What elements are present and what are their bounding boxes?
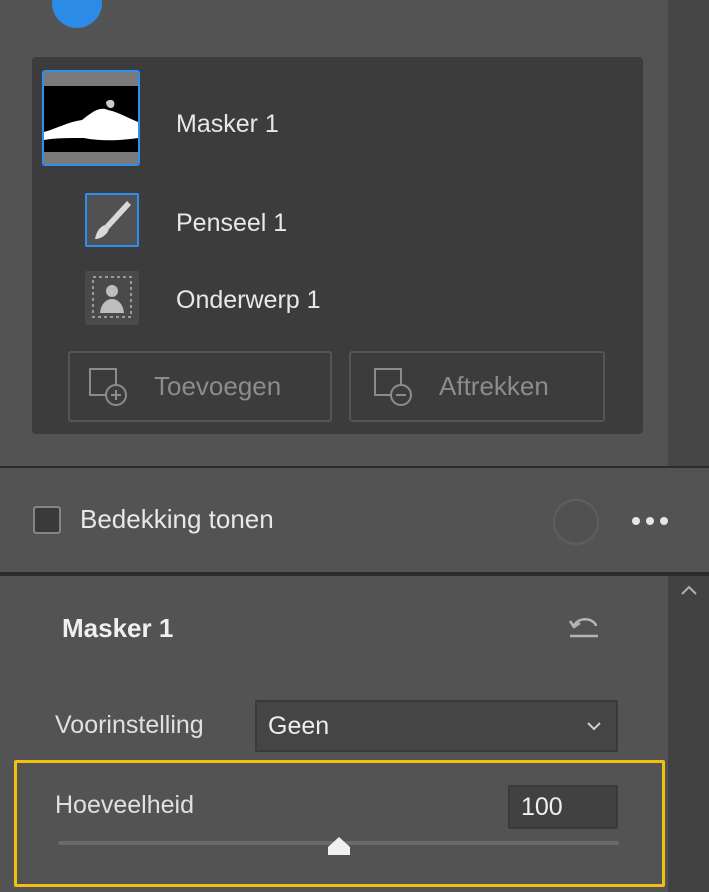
amount-label: Hoeveelheid — [55, 791, 194, 819]
subject-icon — [92, 276, 132, 318]
chevron-down-icon — [587, 722, 601, 731]
brush-component-label[interactable]: Penseel 1 — [176, 209, 287, 238]
scroll-up-icon[interactable] — [676, 582, 702, 600]
show-overlay-label[interactable]: Bedekking tonen — [80, 504, 274, 535]
properties-title: Masker 1 — [62, 613, 174, 643]
preset-value: Geen — [268, 711, 330, 740]
add-button[interactable]: Toevoegen — [68, 351, 332, 422]
subtract-mask-icon — [374, 367, 412, 406]
reset-icon[interactable] — [564, 612, 604, 644]
preset-label: Voorinstelling — [55, 711, 204, 739]
show-overlay-checkbox[interactable] — [33, 506, 61, 534]
add-button-label: Toevoegen — [154, 371, 282, 401]
amount-input[interactable]: 100 — [508, 785, 618, 829]
subtract-button[interactable]: Aftrekken — [349, 351, 605, 422]
overlay-color-swatch[interactable] — [553, 499, 599, 545]
brush-component-icon-box[interactable] — [85, 193, 139, 247]
more-options-icon[interactable] — [628, 506, 672, 536]
add-mask-icon — [89, 367, 127, 406]
panel-edge-strip — [668, 0, 709, 466]
subject-component-icon-box[interactable] — [85, 271, 139, 325]
mask-thumbnail[interactable] — [42, 70, 140, 166]
mask-name-label[interactable]: Masker 1 — [176, 110, 279, 139]
amount-slider-thumb[interactable] — [326, 836, 352, 856]
scrollbar[interactable] — [668, 576, 709, 892]
subject-component-label[interactable]: Onderwerp 1 — [176, 286, 321, 315]
preset-dropdown[interactable]: Geen — [255, 700, 618, 752]
subtract-button-label: Aftrekken — [439, 371, 549, 401]
brush-icon — [95, 201, 131, 239]
mask-thumbnail-image — [44, 72, 138, 164]
